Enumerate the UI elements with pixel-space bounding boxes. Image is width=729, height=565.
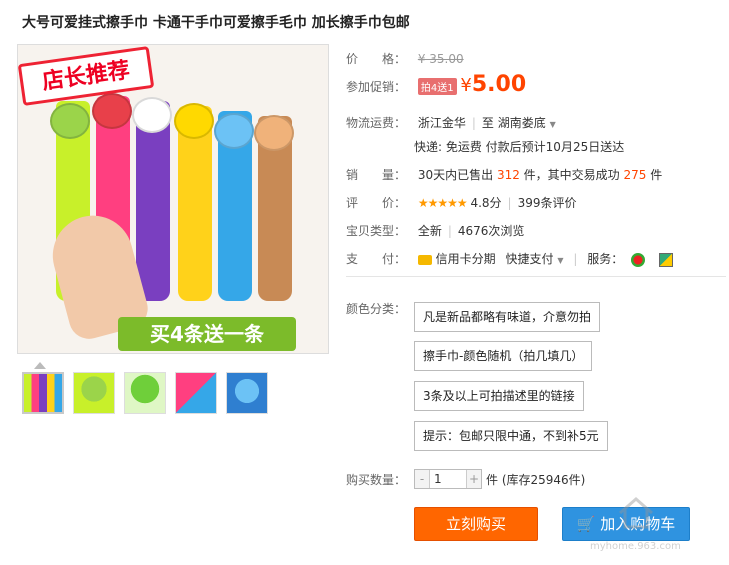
seven-day-return-icon[interactable] [631,252,646,267]
quantity-label-row: 购买数量： [346,471,414,488]
view-count: 4676次浏览 [457,224,525,238]
thumbnail-3[interactable] [124,372,166,414]
promo-price-row: 参加促销： 拍4送1 ¥5.00 [346,72,526,97]
chevron-down-icon[interactable]: ▼ [550,120,556,129]
color-option-4[interactable]: 提示：包邮只限中通，不到补5元 [414,421,608,451]
shipping-destination[interactable]: 湖南娄底 [498,116,546,130]
shipping-to-prefix: 至 [481,116,494,130]
color-option-1[interactable]: 凡是新品都略有味道，介意勿拍 [414,302,601,332]
section-divider [346,276,726,277]
stock-info: 件 (库存25946件) [486,472,586,487]
credit-card-icon [417,254,432,265]
dog-head [254,115,294,151]
product-title: 大号可爱挂式擦手巾 卡通干手巾可爱擦手毛巾 加长擦手巾包邮 [22,15,410,31]
house-icon [619,497,653,529]
thumbnail-5[interactable] [226,372,268,414]
guarantee-icon[interactable] [658,252,673,267]
promo-label: 参加促销： [346,80,407,94]
service-label: 服务： [587,252,624,266]
currency-symbol: ¥ [460,75,472,96]
sponge-head [174,103,214,139]
sales-suffix: 件 [650,168,663,182]
sales-success-count: 275 [623,168,647,182]
strawberry-head [92,93,132,129]
type-row: 宝贝类型： 全新 | 4676次浏览 [346,224,525,238]
shop-recommend-badge: 店长推荐 [18,46,155,106]
thumbnail-2[interactable] [73,372,115,414]
color-option-label: 颜色分类： [346,302,407,316]
frog-head [50,103,90,139]
credit-installment[interactable]: 信用卡分期 [436,252,496,266]
chevron-down-icon[interactable]: ▼ [557,256,563,265]
sales-label: 销 量： [346,168,407,182]
shipping-detail: 快递: 免运费 付款后预计10月25日送达 [414,140,625,154]
sales-row: 销 量： 30天内已售出 312 件，其中交易成功 275 件 [346,166,662,183]
thumbnail-pointer [34,362,46,369]
promo-price: 5.00 [471,72,527,97]
panda-head [132,97,172,133]
rating-label: 评 价： [346,196,407,210]
buy-now-button[interactable]: 立刻购买 [414,507,538,541]
bear-head [214,113,254,149]
main-product-image[interactable]: 店长推荐 买4条送一条 [17,44,329,354]
quantity-input[interactable]: 1 [429,470,467,488]
thumbnail-1[interactable] [22,372,64,414]
original-price: ¥ 35.00 [417,52,464,66]
shipping-label: 物流运费： [346,116,407,130]
color-option-2[interactable]: 擦手巾-颜色随机（拍几填几） [414,341,593,371]
price-label: 价 格： [346,52,407,66]
payment-label: 支 付： [346,252,407,266]
watermark: myhome.963.com [590,495,722,555]
sales-count: 312 [496,168,520,182]
color-option-3[interactable]: 3条及以上可拍描述里的链接 [414,381,584,411]
rating-stars-icon: ★★★★★ [417,196,468,210]
quantity-plus-button[interactable]: + [467,470,481,488]
sales-prefix: 30天内已售出 [417,168,494,182]
price-row: 价 格： ¥ 35.00 [346,50,464,67]
quantity-stepper: - 1 + 件 (库存25946件) [414,469,585,489]
type-value: 全新 [417,224,442,238]
quick-pay[interactable]: 快捷支付 [506,252,554,266]
thumbnail-strip [22,372,268,414]
promo-tag: 拍4送1 [417,78,457,95]
quantity-label: 购买数量： [346,473,407,487]
sales-mid: 件，其中交易成功 [523,168,620,182]
rating-reviews-link[interactable]: 399条评价 [518,196,577,210]
shipping-from: 浙江金华 [417,116,466,130]
payment-row: 支 付： 信用卡分期 快捷支付 ▼ | 服务： [346,250,673,267]
type-label: 宝贝类型： [346,224,407,238]
shipping-row: 物流运费： 浙江金华 | 至 湖南娄底 ▼ [346,116,556,130]
quantity-minus-button[interactable]: - [415,470,429,488]
rating-row: 评 价： ★★★★★ 4.8分 | 399条评价 [346,196,577,210]
thumbnail-4[interactable] [175,372,217,414]
rating-score: 4.8分 [470,196,502,210]
promo-banner: 买4条送一条 [118,317,296,351]
